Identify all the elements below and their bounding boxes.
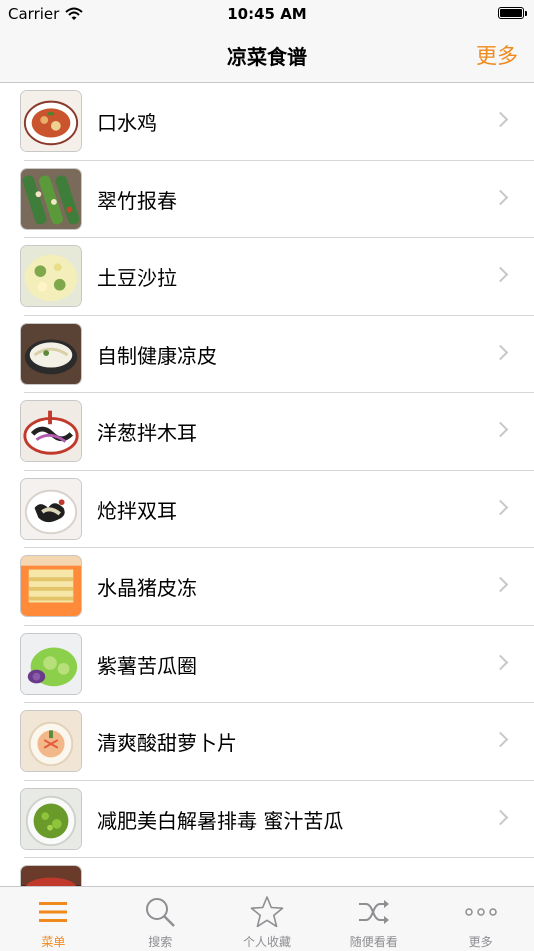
recipe-title: 翠竹报春 bbox=[97, 188, 177, 213]
tab-shuffle[interactable]: 随便看看 bbox=[320, 887, 427, 951]
tab-menu[interactable]: 菜单 bbox=[0, 887, 107, 951]
chevron-right-icon bbox=[492, 344, 509, 360]
chevron-right-icon bbox=[492, 189, 509, 205]
recipe-thumbnail bbox=[20, 632, 82, 695]
tab-more[interactable]: 更多 bbox=[427, 887, 534, 951]
chevron-right-icon bbox=[492, 266, 509, 283]
page-title: 凉菜食谱 bbox=[227, 45, 307, 69]
clock: 10:45 AM bbox=[227, 5, 307, 23]
menu-icon bbox=[36, 895, 70, 929]
more-icon bbox=[464, 895, 498, 929]
chevron-right-icon bbox=[492, 111, 509, 128]
recipe-thumbnail bbox=[20, 710, 82, 772]
recipe-row[interactable]: 自制健康凉皮 bbox=[0, 316, 534, 393]
recipe-thumbnail bbox=[20, 787, 82, 850]
recipe-row[interactable] bbox=[0, 858, 534, 886]
recipe-title: 清爽酸甜萝卜片 bbox=[97, 731, 237, 755]
recipe-thumbnail bbox=[20, 245, 82, 307]
recipe-title: 减肥美白解暑排毒 蜜汁苦瓜 bbox=[97, 808, 344, 833]
recipe-title: 紫薯苦瓜圈 bbox=[97, 653, 197, 678]
recipe-row[interactable]: 土豆沙拉 bbox=[0, 238, 534, 316]
navigation-bar: 凉菜食谱 更多 bbox=[0, 28, 534, 83]
tab-bar: 菜单 搜索 个人收藏 随便看看 更多 bbox=[0, 886, 534, 951]
tab-search[interactable]: 搜索 bbox=[107, 887, 214, 951]
tab-label: 菜单 bbox=[41, 935, 66, 949]
chevron-right-icon bbox=[492, 654, 509, 670]
star-icon bbox=[250, 895, 284, 929]
recipe-title: 土豆沙拉 bbox=[97, 266, 177, 290]
tab-label: 搜索 bbox=[148, 935, 173, 949]
recipe-title: 口水鸡 bbox=[97, 111, 157, 135]
chevron-right-icon bbox=[492, 421, 509, 438]
recipe-row[interactable]: 紫薯苦瓜圈 bbox=[0, 626, 534, 703]
tab-label: 个人收藏 bbox=[242, 935, 291, 949]
recipe-thumbnail bbox=[20, 322, 82, 385]
recipe-thumbnail bbox=[20, 167, 82, 230]
search-icon bbox=[143, 895, 177, 929]
tab-label: 随便看看 bbox=[349, 935, 398, 949]
recipe-row[interactable]: 洋葱拌木耳 bbox=[0, 393, 534, 471]
recipe-row[interactable]: 减肥美白解暑排毒 蜜汁苦瓜 bbox=[0, 781, 534, 858]
recipe-row[interactable]: 翠竹报春 bbox=[0, 161, 534, 238]
chevron-right-icon bbox=[492, 576, 509, 593]
tab-star[interactable]: 个人收藏 bbox=[214, 887, 321, 951]
recipe-title: 水晶猪皮冻 bbox=[97, 576, 197, 600]
battery-icon bbox=[498, 7, 527, 19]
recipe-title: 洋葱拌木耳 bbox=[97, 421, 197, 445]
chevron-right-icon bbox=[492, 499, 509, 515]
recipe-row[interactable]: 水晶猪皮冻 bbox=[0, 548, 534, 626]
chevron-right-icon bbox=[492, 809, 509, 825]
recipe-thumbnail bbox=[20, 865, 82, 886]
more-button[interactable]: 更多 bbox=[476, 40, 518, 70]
shuffle-icon bbox=[357, 895, 391, 929]
recipe-thumbnail bbox=[20, 400, 82, 462]
chevron-right-icon bbox=[492, 731, 509, 748]
recipe-row[interactable]: 炝拌双耳 bbox=[0, 471, 534, 548]
recipe-thumbnail bbox=[20, 90, 82, 152]
recipe-thumbnail bbox=[20, 555, 82, 617]
recipe-thumbnail bbox=[20, 477, 82, 540]
recipe-row[interactable]: 清爽酸甜萝卜片 bbox=[0, 703, 534, 781]
recipe-title: 自制健康凉皮 bbox=[97, 343, 217, 368]
recipe-row[interactable]: 口水鸡 bbox=[0, 83, 534, 161]
status-bar: Carrier 10:45 AM bbox=[0, 0, 534, 28]
tab-label: 更多 bbox=[468, 935, 493, 949]
recipe-list[interactable]: 口水鸡翠竹报春土豆沙拉自制健康凉皮 洋葱拌木耳炝拌双耳水晶猪皮冻紫薯苦瓜圈清爽酸甜… bbox=[0, 83, 534, 886]
recipe-title: 炝拌双耳 bbox=[97, 498, 177, 523]
